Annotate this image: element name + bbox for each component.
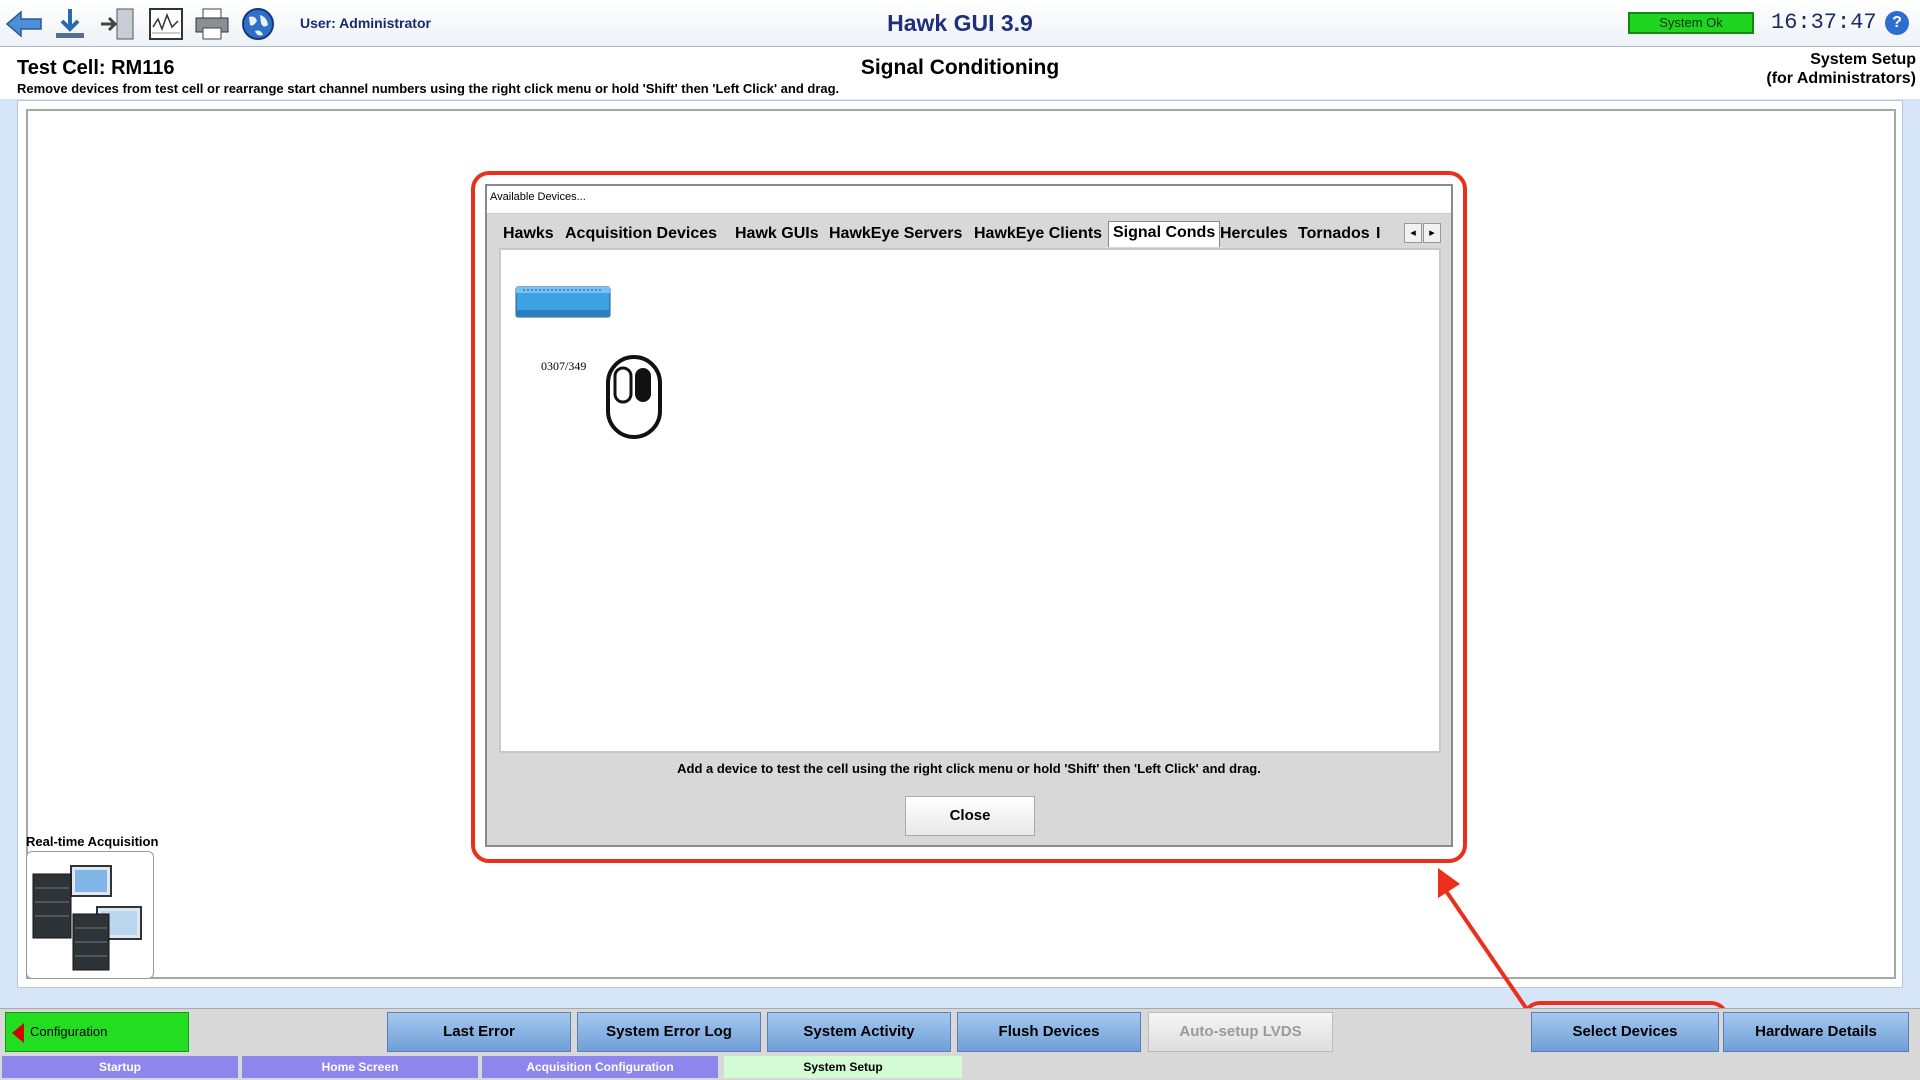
realtime-acquisition-label: Real-time Acquisition bbox=[26, 834, 159, 849]
printer-icon[interactable] bbox=[192, 5, 232, 43]
dialog-title: Available Devices... bbox=[490, 191, 586, 203]
dialog-titlebar[interactable] bbox=[487, 186, 1451, 214]
instructions-text: Remove devices from test cell or rearran… bbox=[17, 81, 840, 96]
tab-scroll-right-icon[interactable]: ▸ bbox=[1423, 223, 1441, 243]
last-error-button[interactable]: Last Error bbox=[387, 1012, 571, 1052]
nav-tab-startup[interactable]: Startup bbox=[2, 1056, 238, 1078]
tab-acquisition-devices[interactable]: Acquisition Devices bbox=[561, 223, 721, 246]
download-icon[interactable] bbox=[50, 5, 90, 43]
hardware-details-button[interactable]: Hardware Details bbox=[1723, 1012, 1909, 1052]
user-label: User: Administrator bbox=[300, 15, 431, 31]
nav-tab-system-setup[interactable]: System Setup bbox=[724, 1056, 962, 1078]
annotation-arrow bbox=[1438, 868, 1528, 1010]
chart-monitor-icon[interactable] bbox=[146, 5, 186, 43]
servers-monitors-icon bbox=[32, 865, 142, 971]
system-setup-label: System Setup (for Administrators) bbox=[1766, 50, 1916, 88]
back-arrow-icon[interactable] bbox=[4, 5, 44, 43]
tab-hercules[interactable]: Hercules bbox=[1216, 223, 1292, 246]
system-activity-button[interactable]: System Activity bbox=[767, 1012, 951, 1052]
tab-hawkeye-clients[interactable]: HawkEye Clients bbox=[970, 223, 1106, 246]
signal-conditioner-chassis-icon[interactable] bbox=[515, 284, 611, 320]
tab-hawk-guis[interactable]: Hawk GUIs bbox=[731, 223, 823, 246]
device-tabs: Hawks Acquisition Devices Hawk GUIs Hawk… bbox=[499, 221, 1441, 248]
system-setup-line2: (for Administrators) bbox=[1766, 70, 1916, 87]
bottom-button-bar: Configuration Last Error System Error Lo… bbox=[0, 1008, 1920, 1054]
page-header: Test Cell: RM116 Remove devices from tes… bbox=[0, 47, 1920, 99]
system-setup-line1: System Setup bbox=[1810, 51, 1916, 68]
tab-scroll-left-icon[interactable]: ◂ bbox=[1404, 223, 1422, 243]
nav-tab-acquisition-configuration[interactable]: Acquisition Configuration bbox=[482, 1056, 718, 1078]
page-title: Signal Conditioning bbox=[860, 56, 1060, 79]
status-badge: System Ok bbox=[1628, 12, 1754, 34]
clock: 16:37:47 bbox=[1771, 10, 1877, 35]
exit-door-icon[interactable] bbox=[98, 5, 138, 43]
system-error-log-button[interactable]: System Error Log bbox=[577, 1012, 761, 1052]
configuration-label: Configuration bbox=[30, 1024, 108, 1039]
device-list-pane[interactable]: 0307/349 bbox=[499, 248, 1441, 753]
close-button[interactable]: Close bbox=[905, 796, 1035, 836]
select-devices-button[interactable]: Select Devices bbox=[1531, 1012, 1719, 1052]
dialog-help-text: Add a device to test the cell using the … bbox=[677, 761, 1261, 776]
realtime-acquisition-button[interactable] bbox=[26, 851, 154, 979]
tab-hawkeye-servers[interactable]: HawkEye Servers bbox=[825, 223, 966, 246]
configuration-button[interactable]: Configuration bbox=[5, 1012, 189, 1052]
tab-signal-conds[interactable]: Signal Conds bbox=[1108, 221, 1221, 247]
tab-tornados[interactable]: Tornados bbox=[1294, 223, 1374, 246]
help-icon[interactable]: ? bbox=[1885, 11, 1909, 35]
top-toolbar: User: Administrator Hawk GUI 3.9 System … bbox=[0, 0, 1920, 47]
test-cell-title: Test Cell: RM116 bbox=[17, 57, 175, 79]
tab-hawks[interactable]: Hawks bbox=[499, 223, 558, 246]
available-devices-dialog: Available Devices... Hawks Acquisition D… bbox=[485, 184, 1453, 847]
flush-devices-button[interactable]: Flush Devices bbox=[957, 1012, 1141, 1052]
device-serial-label: 0307/349 bbox=[541, 359, 587, 373]
nav-tabs: Startup Home Screen Acquisition Configur… bbox=[0, 1054, 1920, 1080]
globe-icon[interactable] bbox=[238, 5, 278, 43]
back-arrow-red-icon bbox=[12, 1023, 24, 1043]
nav-tab-home-screen[interactable]: Home Screen bbox=[242, 1056, 478, 1078]
auto-setup-lvds-button: Auto-setup LVDS bbox=[1148, 1012, 1333, 1052]
tab-overflow[interactable]: I bbox=[1372, 223, 1384, 246]
sensor-device-icon[interactable] bbox=[605, 354, 663, 440]
